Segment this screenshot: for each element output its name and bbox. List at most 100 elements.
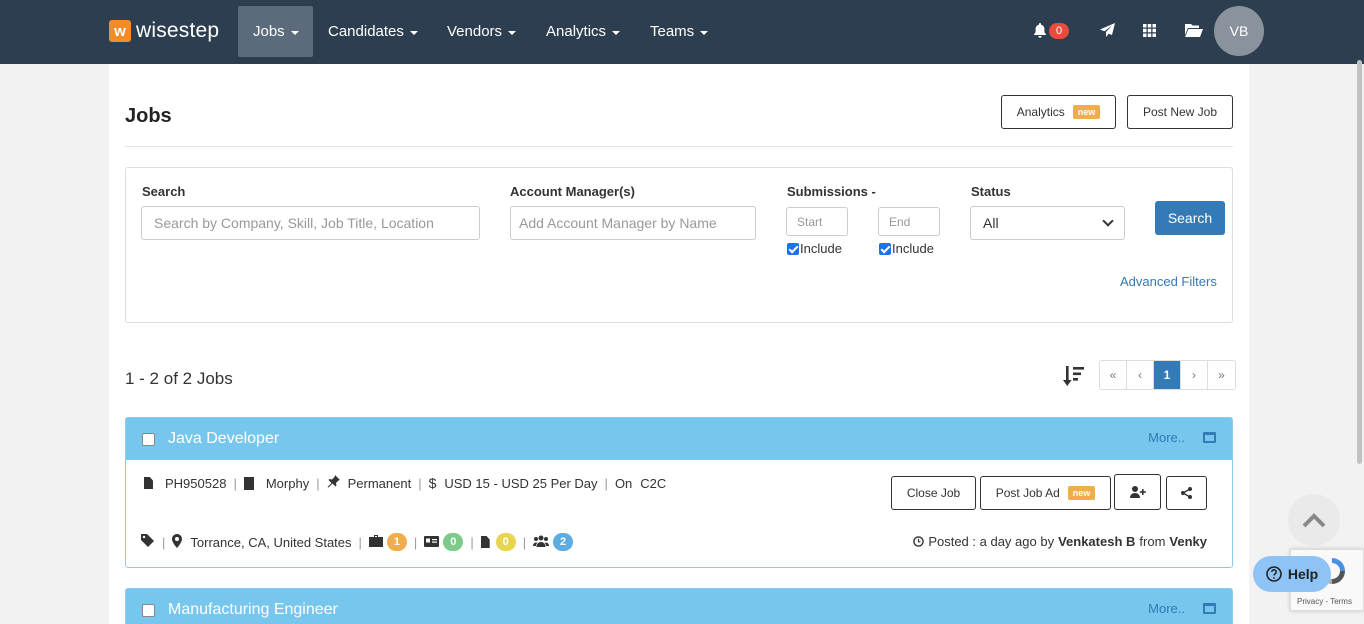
page-title: Jobs — [125, 105, 172, 127]
grid-icon[interactable] — [1139, 20, 1159, 40]
help-button[interactable]: Help — [1253, 556, 1331, 592]
nav-jobs-label: Jobs — [253, 23, 285, 40]
nav-analytics-label: Analytics — [546, 23, 607, 40]
account-manager-input[interactable] — [510, 206, 756, 240]
search-button[interactable]: Search — [1155, 201, 1225, 235]
new-badge: new — [1072, 105, 1101, 119]
brand-logo[interactable]: w wisestep — [109, 19, 219, 43]
chevron-down-icon — [508, 30, 517, 35]
submissions-count-badge[interactable]: 1 — [386, 533, 407, 551]
map-marker-icon — [172, 533, 183, 551]
include-start-checkbox[interactable]: Include — [787, 241, 842, 256]
brand-badge: w — [109, 20, 131, 42]
status-select-value: All — [983, 215, 999, 231]
nav-teams[interactable]: Teams — [635, 6, 723, 57]
separator: | — [162, 534, 166, 550]
paper-plane-icon[interactable] — [1097, 20, 1117, 40]
on-label: On — [614, 475, 633, 491]
analytics-button-label: Analytics — [1016, 105, 1065, 119]
search-input[interactable] — [141, 206, 480, 240]
clock-icon — [913, 536, 925, 547]
add-candidate-button[interactable] — [1114, 474, 1161, 510]
share-icon — [1181, 487, 1192, 499]
recaptcha-terms[interactable]: Privacy - Terms — [1297, 597, 1352, 606]
checkbox-checked-icon — [879, 242, 891, 255]
pagination-prev[interactable]: ‹ — [1127, 361, 1154, 389]
separator: | — [522, 534, 527, 550]
job-select-checkbox[interactable] — [142, 603, 155, 617]
window-icon[interactable] — [1203, 603, 1216, 614]
question-circle-icon — [1266, 566, 1282, 582]
scroll-to-top-button[interactable] — [1288, 494, 1340, 546]
file-icon — [480, 536, 490, 548]
pagination-first[interactable]: « — [1100, 361, 1127, 389]
job-title[interactable]: Manufacturing Engineer — [168, 601, 338, 619]
search-label: Search — [142, 184, 186, 199]
team-count-badge[interactable]: 2 — [553, 533, 574, 551]
posted-by[interactable]: Venkatesh B — [1058, 534, 1135, 549]
status-select[interactable]: All — [970, 206, 1125, 240]
window-icon[interactable] — [1203, 432, 1216, 443]
notification-badge: 0 — [1049, 23, 1069, 39]
post-job-ad-label: Post Job Ad — [995, 486, 1060, 500]
user-avatar[interactable]: VB — [1214, 6, 1264, 56]
advanced-filters-link[interactable]: Advanced Filters — [1120, 274, 1217, 289]
sort-icon[interactable] — [1063, 364, 1085, 388]
scrollbar[interactable] — [1357, 60, 1362, 464]
post-job-ad-button[interactable]: Post Job Ad new — [980, 476, 1111, 510]
pagination-next[interactable]: › — [1181, 361, 1208, 389]
nav-teams-label: Teams — [650, 23, 695, 40]
separator: | — [233, 475, 237, 491]
nav-candidates[interactable]: Candidates — [313, 6, 433, 57]
new-badge: new — [1067, 486, 1096, 500]
nav-candidates-label: Candidates — [328, 23, 404, 40]
pagination-last[interactable]: » — [1208, 361, 1235, 389]
top-navbar: w wisestep Jobs Candidates Vendors Analy… — [0, 0, 1364, 64]
analytics-button[interactable]: Analytics new — [1001, 95, 1116, 129]
interviews-count-badge[interactable]: 0 — [443, 533, 464, 551]
id-card-icon — [424, 535, 440, 550]
posted-info: Posted : a day ago by Venkatesh B from V… — [913, 534, 1207, 549]
pagination: « ‹ 1 › » — [1099, 360, 1236, 390]
folder-icon[interactable] — [1183, 20, 1205, 40]
nav-vendors[interactable]: Vendors — [432, 6, 531, 57]
chevron-down-icon — [409, 30, 418, 35]
job-card-header: Manufacturing Engineer More.. — [126, 589, 1232, 624]
post-new-job-button[interactable]: Post New Job — [1127, 95, 1233, 129]
checkbox-checked-icon — [787, 242, 799, 255]
chevron-down-icon — [612, 30, 621, 35]
include-end-checkbox[interactable]: Include — [879, 241, 934, 256]
nav-jobs[interactable]: Jobs — [238, 6, 313, 57]
tag-icon[interactable] — [141, 534, 154, 550]
separator: | — [470, 534, 474, 550]
dollar-icon: $ — [428, 475, 437, 491]
job-title[interactable]: Java Developer — [168, 430, 279, 448]
chevron-down-icon — [1102, 215, 1114, 227]
users-icon — [533, 535, 550, 550]
job-select-checkbox[interactable] — [142, 432, 155, 446]
submissions-start-input[interactable] — [786, 207, 848, 236]
job-company: Morphy — [265, 475, 310, 491]
close-job-button[interactable]: Close Job — [891, 476, 976, 510]
include-label: Include — [892, 241, 934, 256]
more-link[interactable]: More.. — [1148, 430, 1185, 445]
briefcase-icon — [368, 534, 383, 550]
nav-analytics[interactable]: Analytics — [531, 6, 635, 57]
documents-count-badge[interactable]: 0 — [495, 533, 516, 551]
brand-name: wisestep — [136, 19, 220, 42]
job-stats-row: | Torrance, CA, United States | 1 | 0 | … — [141, 533, 574, 551]
share-button[interactable] — [1166, 476, 1207, 510]
chevron-up-icon — [1302, 513, 1326, 528]
more-link[interactable]: More.. — [1148, 601, 1185, 616]
posted-from[interactable]: Venky — [1169, 534, 1207, 549]
separator: | — [358, 534, 362, 550]
pagination-page-1[interactable]: 1 — [1154, 361, 1181, 389]
submissions-end-input[interactable] — [878, 207, 940, 236]
divider — [125, 146, 1233, 147]
job-location: Torrance, CA, United States — [190, 534, 352, 550]
submissions-label: Submissions - — [787, 184, 876, 199]
file-icon — [144, 477, 153, 489]
posted-prefix: Posted : a day ago by — [928, 534, 1055, 549]
help-label: Help — [1287, 566, 1319, 582]
bell-icon[interactable] — [1030, 20, 1050, 40]
